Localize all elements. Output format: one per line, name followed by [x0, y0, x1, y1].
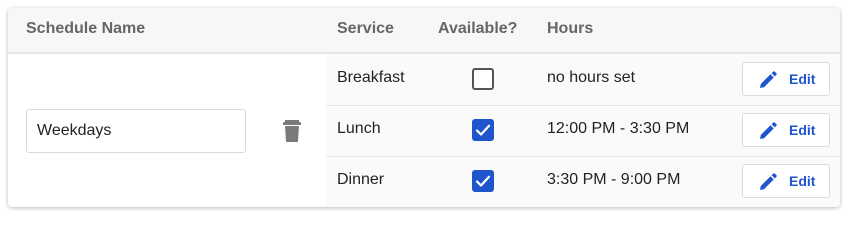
- schedule-table: Schedule Name Service Available? Hours B…: [8, 8, 840, 207]
- service-hours: no hours set: [547, 69, 636, 86]
- header-service: Service: [337, 20, 394, 37]
- service-row-dinner: Dinner 3:30 PM - 9:00 PM Edit: [326, 156, 840, 207]
- edit-button-lunch[interactable]: Edit: [742, 113, 830, 147]
- checkmark-icon: [475, 175, 491, 187]
- edit-label: Edit: [789, 173, 816, 189]
- checkmark-icon: [475, 124, 491, 136]
- schedule-name-cell: [8, 54, 326, 207]
- edit-button-dinner[interactable]: Edit: [742, 164, 830, 198]
- available-checkbox-dinner[interactable]: [472, 170, 494, 192]
- header-available: Available?: [438, 20, 518, 37]
- edit-label: Edit: [789, 122, 816, 138]
- pencil-icon: [760, 71, 777, 88]
- services-list: Breakfast no hours set Edit Lunch 12:00 …: [326, 54, 840, 207]
- available-checkbox-lunch[interactable]: [472, 119, 494, 141]
- service-row-lunch: Lunch 12:00 PM - 3:30 PM Edit: [326, 105, 840, 157]
- schedule-name-input[interactable]: [26, 109, 246, 153]
- service-name: Breakfast: [337, 69, 405, 86]
- service-row-breakfast: Breakfast no hours set Edit: [326, 54, 840, 106]
- trash-icon[interactable]: [282, 120, 302, 142]
- service-name: Dinner: [337, 171, 385, 188]
- available-checkbox-breakfast[interactable]: [472, 68, 494, 90]
- table-header: Schedule Name Service Available? Hours: [8, 8, 840, 54]
- header-schedule-name: Schedule Name: [26, 20, 146, 37]
- pencil-icon: [760, 173, 777, 190]
- header-hours: Hours: [547, 20, 594, 37]
- service-name: Lunch: [337, 120, 381, 137]
- edit-label: Edit: [789, 71, 816, 87]
- pencil-icon: [760, 122, 777, 139]
- service-hours: 3:30 PM - 9:00 PM: [547, 171, 681, 188]
- service-hours: 12:00 PM - 3:30 PM: [547, 120, 690, 137]
- edit-button-breakfast[interactable]: Edit: [742, 62, 830, 96]
